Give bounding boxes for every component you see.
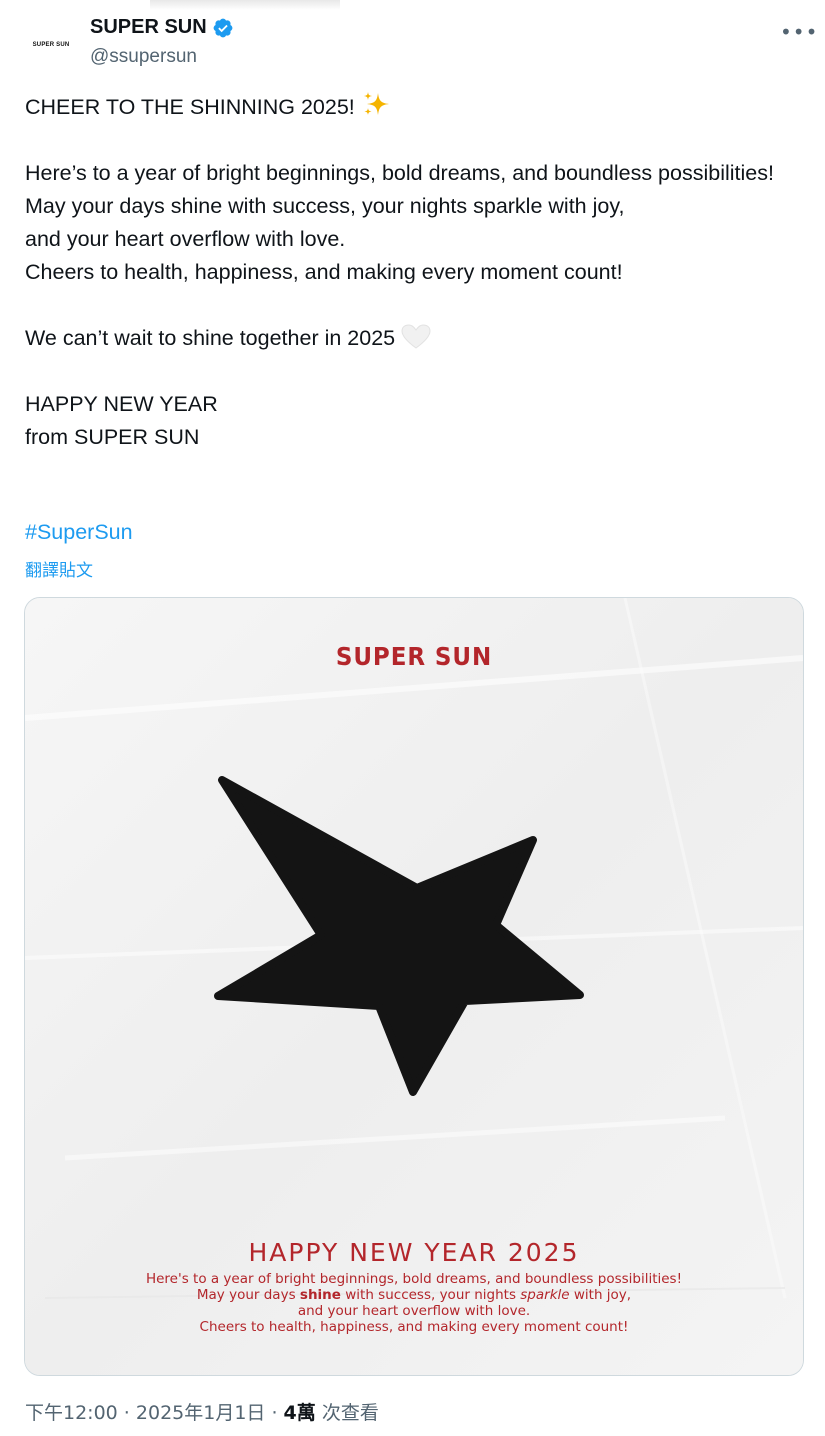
avatar[interactable]: SUPER SUN bbox=[25, 19, 77, 71]
post-image[interactable]: SUPER SUN HAPPY NEW YEAR 2025 Here's to … bbox=[24, 597, 804, 1376]
post-closing-1: HAPPY NEW YEAR bbox=[25, 392, 218, 416]
meta-separator: · bbox=[117, 1402, 136, 1424]
image-title: HAPPY NEW YEAR 2025 bbox=[248, 1238, 580, 1267]
image-line-3: and your heart overflow with love. bbox=[297, 1303, 531, 1319]
image-line-2-bold: shine bbox=[299, 1287, 341, 1303]
display-name[interactable]: SUPER SUN bbox=[90, 16, 207, 39]
views-count[interactable]: 4萬 bbox=[284, 1402, 316, 1424]
more-options-icon[interactable]: ••• bbox=[780, 20, 818, 44]
image-line-2b: with success, your nights bbox=[340, 1287, 521, 1303]
image-line-1: Here's to a year of bright beginnings, b… bbox=[145, 1271, 683, 1287]
post-headline: CHEER TO THE SHINNING 2025! bbox=[25, 95, 355, 119]
post-time[interactable]: 下午12:00 bbox=[25, 1402, 118, 1424]
avatar-text: SUPER SUN bbox=[32, 42, 70, 48]
author-name-row[interactable]: SUPER SUN bbox=[90, 16, 234, 39]
image-line-4: Cheers to health, happiness, and making … bbox=[199, 1319, 629, 1335]
previous-post-edge bbox=[150, 0, 340, 10]
post-together-line: We can’t wait to shine together in 2025 bbox=[25, 326, 396, 350]
image-message: Here's to a year of bright beginnings, b… bbox=[25, 1271, 803, 1335]
meta-separator-2: · bbox=[265, 1402, 284, 1424]
post-meta: 下午12:00 · 2025年1月1日 · 4萬 次查看 bbox=[25, 1398, 379, 1425]
image-line-2a: May your days bbox=[196, 1287, 300, 1303]
post-closing-2: from SUPER SUN bbox=[25, 425, 200, 449]
image-line-2-italic: sparkle bbox=[520, 1287, 570, 1303]
post-text: CHEER TO THE SHINNING 2025! Here’s to a … bbox=[25, 91, 795, 454]
post-paragraph: Here’s to a year of bright beginnings, b… bbox=[25, 161, 774, 284]
views-label: 次查看 bbox=[315, 1402, 379, 1424]
image-line-2: May your days shine with success, your n… bbox=[25, 1287, 803, 1303]
translate-post-link[interactable]: 翻譯貼文 bbox=[25, 556, 93, 581]
image-line-2c: with joy, bbox=[569, 1287, 632, 1303]
white-heart-icon bbox=[401, 324, 431, 349]
author-handle[interactable]: @ssupersun bbox=[90, 46, 197, 68]
hashtag-link[interactable]: #SuperSun bbox=[25, 520, 133, 545]
verified-badge-icon[interactable] bbox=[212, 17, 234, 39]
sparkles-icon bbox=[363, 92, 389, 115]
post-date[interactable]: 2025年1月1日 bbox=[136, 1402, 266, 1424]
